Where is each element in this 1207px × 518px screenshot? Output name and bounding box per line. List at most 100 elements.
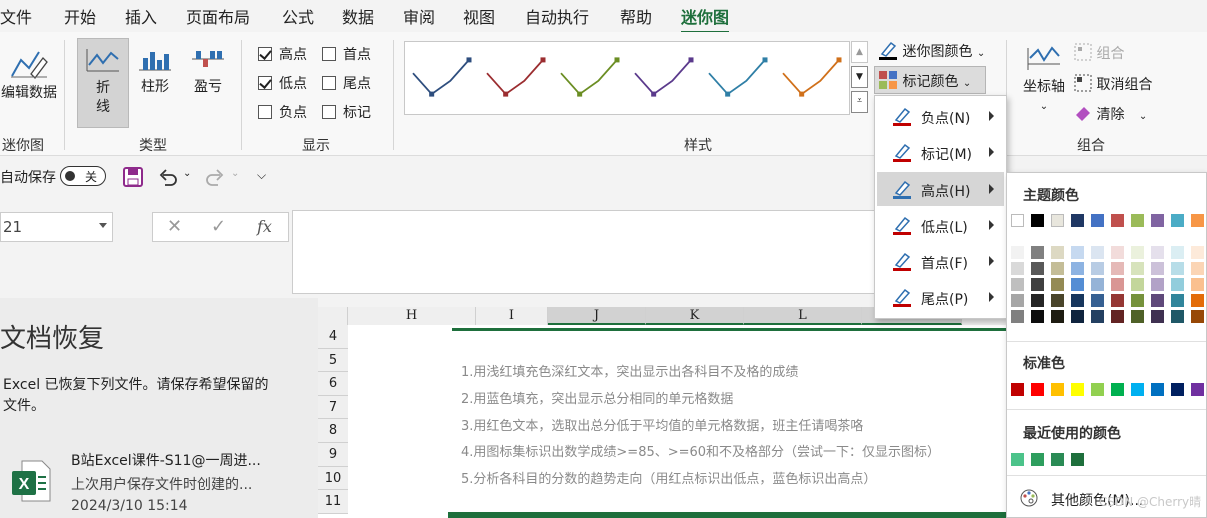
theme-color-swatch[interactable]: [1091, 214, 1104, 227]
theme-shade-swatch[interactable]: [1151, 246, 1164, 259]
theme-shade-swatch[interactable]: [1031, 246, 1044, 259]
column-header[interactable]: I: [476, 307, 548, 325]
theme-shade-swatch[interactable]: [1071, 294, 1084, 307]
theme-shade-swatch[interactable]: [1151, 262, 1164, 275]
theme-shade-swatch[interactable]: [1191, 294, 1204, 307]
theme-color-swatch[interactable]: [1051, 214, 1064, 227]
tab-data[interactable]: 数据: [342, 4, 374, 28]
theme-shade-swatch[interactable]: [1071, 310, 1084, 323]
theme-shade-swatch[interactable]: [1191, 262, 1204, 275]
standard-color-swatch[interactable]: [1031, 383, 1044, 396]
theme-shade-swatch[interactable]: [1191, 310, 1204, 323]
style-sparkline[interactable]: [412, 59, 470, 96]
theme-shade-swatch[interactable]: [1031, 262, 1044, 275]
theme-shade-swatch[interactable]: [1131, 310, 1144, 323]
recent-color-swatch[interactable]: [1031, 453, 1044, 466]
standard-color-swatch[interactable]: [1191, 383, 1204, 396]
theme-shade-swatch[interactable]: [1011, 246, 1024, 259]
axis-button[interactable]: 坐标轴 ⌄: [1016, 44, 1072, 116]
style-sparkline[interactable]: [486, 59, 544, 96]
theme-shade-swatch[interactable]: [1151, 278, 1164, 291]
select-all-corner[interactable]: [318, 307, 348, 325]
theme-shade-swatch[interactable]: [1171, 278, 1184, 291]
sparkline-style-gallery[interactable]: [405, 42, 851, 116]
tab-file[interactable]: 文件: [0, 4, 32, 28]
theme-color-swatch[interactable]: [1111, 214, 1124, 227]
style-sparkline[interactable]: [634, 59, 692, 96]
recent-color-swatch[interactable]: [1071, 453, 1084, 466]
namebox-dropdown-icon[interactable]: [99, 223, 107, 228]
last-point-checkbox[interactable]: 尾点: [322, 73, 371, 93]
theme-shade-swatch[interactable]: [1051, 262, 1064, 275]
row-header[interactable]: 6: [318, 372, 348, 396]
theme-shade-swatch[interactable]: [1111, 278, 1124, 291]
menu-item-first-point[interactable]: 首点(F): [877, 244, 1004, 278]
theme-shade-swatch[interactable]: [1011, 310, 1024, 323]
ungroup-button[interactable]: 取消组合: [1074, 74, 1152, 94]
undo-dropdown-icon[interactable]: ⌄: [183, 168, 191, 179]
tab-help[interactable]: 帮助: [620, 4, 652, 28]
theme-shade-swatch[interactable]: [1031, 294, 1044, 307]
tab-insert[interactable]: 插入: [125, 4, 157, 28]
row-header[interactable]: 8: [318, 419, 348, 443]
standard-color-swatch[interactable]: [1091, 383, 1104, 396]
menu-item-markers[interactable]: 标记(M): [877, 135, 1004, 169]
winloss-type-button[interactable]: 盈亏: [186, 44, 230, 97]
checkbox-box[interactable]: [258, 47, 272, 61]
clear-button[interactable]: 清除 ⌄: [1074, 104, 1147, 124]
theme-shade-swatch[interactable]: [1011, 262, 1024, 275]
theme-shade-swatch[interactable]: [1151, 294, 1164, 307]
menu-item-negative-point[interactable]: 负点(N): [877, 99, 1004, 133]
recovered-file-item[interactable]: X B站Excel课件-S11@一周进... 上次用户保存文件时创建的... 2…: [0, 443, 318, 518]
spreadsheet-grid[interactable]: H I J K L M N 4 5 6 7 8 9 10 11 1.用浅红填充色…: [318, 307, 1018, 518]
column-header[interactable]: J: [548, 307, 646, 325]
standard-color-swatch[interactable]: [1131, 383, 1144, 396]
theme-shade-swatch[interactable]: [1131, 294, 1144, 307]
theme-shade-swatch[interactable]: [1091, 294, 1104, 307]
theme-shade-swatch[interactable]: [1111, 294, 1124, 307]
save-icon[interactable]: [122, 166, 144, 188]
theme-shade-swatch[interactable]: [1071, 278, 1084, 291]
checkbox-box[interactable]: [322, 47, 336, 61]
column-header[interactable]: L: [744, 307, 862, 325]
row-header[interactable]: 5: [318, 348, 348, 373]
theme-shade-swatch[interactable]: [1091, 262, 1104, 275]
theme-shade-swatch[interactable]: [1011, 278, 1024, 291]
cancel-icon[interactable]: ✕: [167, 216, 182, 237]
style-sparkline[interactable]: [560, 59, 618, 96]
line-type-button[interactable]: 折 线: [77, 38, 129, 128]
first-point-checkbox[interactable]: 首点: [322, 44, 371, 64]
redo-icon[interactable]: [204, 167, 226, 187]
tab-page-layout[interactable]: 页面布局: [186, 4, 250, 28]
theme-shade-swatch[interactable]: [1191, 246, 1204, 259]
theme-shade-swatch[interactable]: [1171, 262, 1184, 275]
theme-shade-swatch[interactable]: [1111, 310, 1124, 323]
style-sparkline[interactable]: [708, 59, 766, 96]
standard-color-swatch[interactable]: [1051, 383, 1064, 396]
name-box[interactable]: 21: [0, 212, 113, 242]
theme-shade-swatch[interactable]: [1051, 294, 1064, 307]
theme-shade-swatch[interactable]: [1011, 294, 1024, 307]
group-button[interactable]: 组合: [1074, 43, 1124, 63]
style-sparkline[interactable]: [782, 59, 840, 96]
theme-shade-swatch[interactable]: [1171, 294, 1184, 307]
tab-review[interactable]: 审阅: [403, 4, 435, 28]
row-header[interactable]: 10: [318, 466, 348, 491]
theme-shade-swatch[interactable]: [1131, 262, 1144, 275]
gallery-more-button[interactable]: ⩡: [851, 91, 868, 113]
checkbox-box[interactable]: [258, 76, 272, 90]
menu-item-low-point[interactable]: 低点(L): [877, 208, 1004, 242]
theme-color-swatch[interactable]: [1031, 214, 1044, 227]
standard-color-swatch[interactable]: [1151, 383, 1164, 396]
tab-formulas[interactable]: 公式: [282, 4, 314, 28]
theme-shade-swatch[interactable]: [1171, 246, 1184, 259]
tab-view[interactable]: 视图: [463, 4, 495, 28]
theme-color-swatch[interactable]: [1171, 214, 1184, 227]
theme-shade-swatch[interactable]: [1051, 278, 1064, 291]
theme-color-swatch[interactable]: [1011, 214, 1024, 227]
checkbox-box[interactable]: [322, 105, 336, 119]
column-header[interactable]: H: [348, 307, 476, 325]
sparkline-color-button[interactable]: 迷你图颜色 ⌄: [878, 40, 985, 61]
low-point-checkbox[interactable]: 低点: [258, 73, 307, 93]
menu-item-last-point[interactable]: 尾点(P): [877, 280, 1004, 314]
